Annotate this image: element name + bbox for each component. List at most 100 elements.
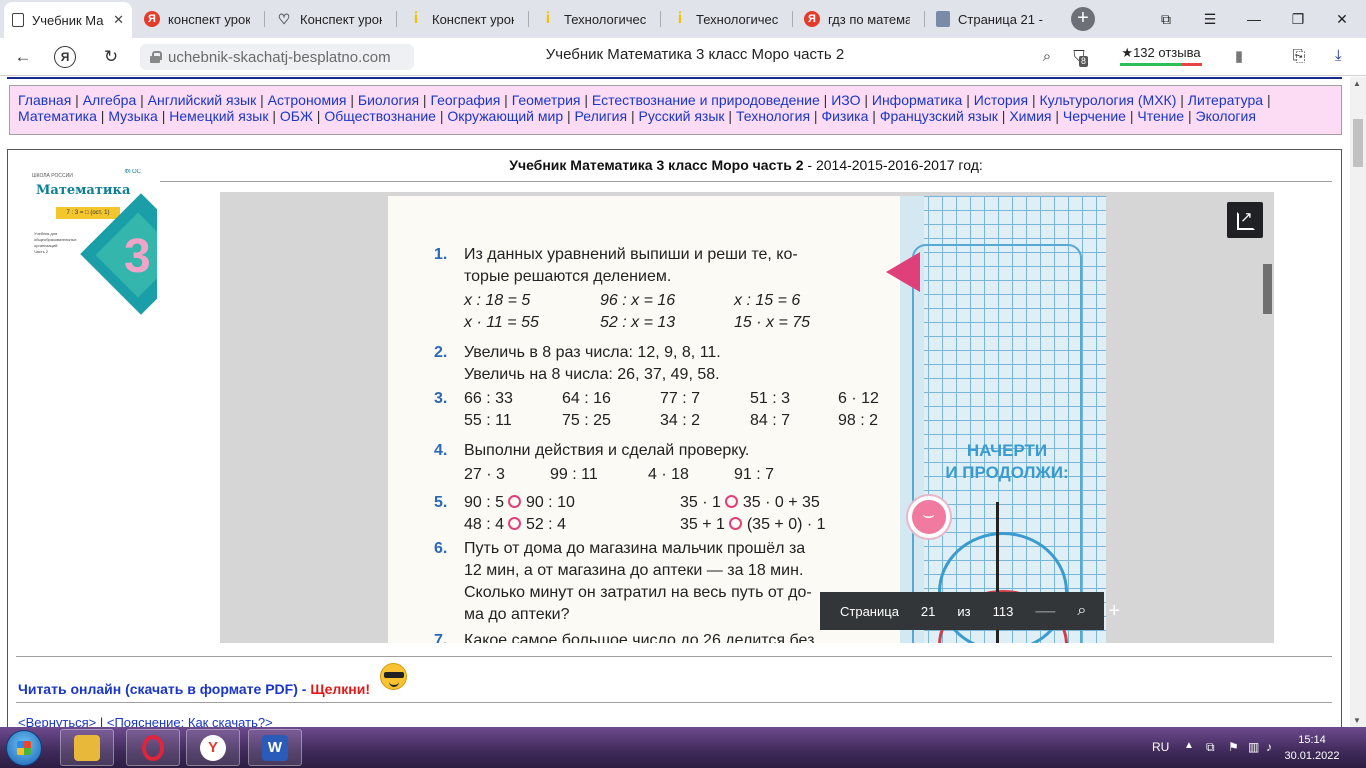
bookmark-icon[interactable]: ▮ — [1226, 44, 1252, 70]
subject-link[interactable]: Экология — [1196, 108, 1256, 124]
subject-link[interactable]: Алгебра — [83, 92, 137, 108]
ex-text: Из данных уравнений выпиши и реши те, ко… — [464, 246, 798, 263]
tray-network-icon[interactable]: ▥ — [1248, 740, 1259, 754]
explain-link[interactable]: <Пояснение: Как скачать?> — [107, 715, 273, 727]
link-separator: | — [346, 92, 358, 108]
tray-device-icon[interactable]: ⧉ — [1206, 740, 1215, 755]
start-button[interactable] — [6, 730, 42, 766]
tab-bar: Учебник Ма ✕ Я конспект урок ♡ Конспект … — [0, 0, 1366, 38]
tab-active[interactable]: Учебник Ма ✕ — [4, 2, 132, 38]
taskbar-app-word[interactable]: W — [248, 729, 302, 766]
menu-icon[interactable]: ☰ — [1196, 6, 1224, 32]
tab[interactable]: ♡ Конспект урок — [268, 4, 390, 34]
reload-icon[interactable]: ↻ — [98, 44, 124, 70]
tab[interactable]: i Технологическ — [664, 4, 786, 34]
subject-link[interactable]: Физика — [821, 108, 868, 124]
tray-volume-icon[interactable]: ♪ — [1266, 740, 1272, 754]
expression: 75 : 25 — [562, 412, 611, 429]
pdf-viewer[interactable]: НАЧЕРТИИ ПРОДОЛЖИ: 1. Из данных уравнени… — [220, 192, 1274, 643]
tab-separator — [528, 11, 529, 27]
tab-separator — [792, 11, 793, 27]
tabs-collection-icon[interactable]: ⧉ — [1152, 6, 1180, 32]
explorer-icon — [74, 734, 100, 761]
zoom-icon[interactable]: ⌕ — [1077, 602, 1086, 620]
subject-link[interactable]: Обществознание — [324, 108, 436, 124]
subject-link[interactable]: Окружающий мир — [447, 108, 563, 124]
subject-link[interactable]: Биология — [358, 92, 419, 108]
scroll-thumb[interactable] — [1353, 119, 1363, 167]
subject-link[interactable]: Религия — [575, 108, 628, 124]
subject-link[interactable]: Технология — [736, 108, 810, 124]
zoom-out-button[interactable]: — — [1035, 600, 1055, 623]
subject-link[interactable]: Астрономия — [268, 92, 347, 108]
taskbar-app-yandex[interactable]: Y — [186, 729, 240, 766]
subject-link[interactable]: Литература — [1188, 92, 1263, 108]
subject-link[interactable]: Естествознание и природоведение — [592, 92, 820, 108]
page-scrollbar[interactable]: ▲ ▼ — [1350, 77, 1366, 727]
extensions-icon[interactable]: ⎘ — [1286, 44, 1312, 70]
taskbar-app-explorer[interactable] — [60, 729, 114, 766]
subject-link[interactable]: Культурология (МХК) — [1039, 92, 1176, 108]
subject-link[interactable]: География — [430, 92, 500, 108]
subject-link[interactable]: Музыка — [108, 108, 158, 124]
ex-number: 4. — [434, 442, 448, 459]
download-icon[interactable]: ⤓ — [1335, 47, 1342, 64]
tab[interactable]: i Конспект урок — [400, 4, 522, 34]
clock-date: 30.01.2022 — [1284, 750, 1340, 762]
scroll-up-icon[interactable]: ▲ — [1353, 79, 1361, 88]
subject-link[interactable]: Английский язык — [148, 92, 257, 108]
subject-link[interactable]: Информатика — [872, 92, 962, 108]
minimize-button[interactable]: — — [1240, 6, 1268, 32]
link-separator: | — [868, 108, 880, 124]
subject-link[interactable]: Русский язык — [639, 108, 725, 124]
subject-link[interactable]: Математика — [18, 108, 97, 124]
tab[interactable]: i Технологическ — [532, 4, 654, 34]
divider — [16, 656, 1332, 657]
cool-smiley-icon[interactable] — [380, 663, 407, 690]
taskbar-app-opera[interactable] — [126, 729, 180, 766]
subject-link[interactable]: ОБЖ — [280, 108, 313, 124]
close-window-button[interactable]: ✕ — [1328, 6, 1356, 32]
search-icon[interactable]: ⌕ — [1034, 44, 1060, 70]
tray-flag-icon[interactable]: ⚑ — [1228, 740, 1239, 754]
clock[interactable]: 15:14 30.01.2022 — [1280, 732, 1344, 764]
subject-link[interactable]: Геометрия — [512, 92, 581, 108]
url-field[interactable]: uchebnik-skachatj-besplatno.com — [140, 44, 414, 70]
restore-button[interactable]: ❐ — [1284, 6, 1312, 32]
tab[interactable]: Я конспект урок — [136, 4, 258, 34]
close-tab-icon[interactable]: ✕ — [113, 12, 124, 28]
scroll-down-icon[interactable]: ▼ — [1353, 716, 1361, 725]
book-heading-years: - 2014-2015-2016-2017 год: — [803, 157, 983, 173]
subject-link[interactable]: История — [974, 92, 1028, 108]
subject-link[interactable]: ИЗО — [831, 92, 860, 108]
subject-link[interactable]: Французский язык — [880, 108, 998, 124]
taskbar: Y W RU ▲ ⧉ ⚑ ▥ ♪ 15:14 30.01.2022 — [0, 727, 1366, 768]
page-label: Страница — [840, 603, 899, 619]
subject-link[interactable]: Немецкий язык — [169, 108, 268, 124]
tab[interactable]: Страница 21 - — [928, 4, 1056, 34]
zoom-in-button[interactable]: + — [1108, 600, 1120, 623]
yandex-logo-icon[interactable]: Я — [54, 46, 76, 68]
ex-text: Выполни действия и сделай проверку. — [464, 442, 750, 459]
link-separator: | — [268, 108, 280, 124]
viewer-scrollbar[interactable] — [1263, 264, 1272, 314]
tab[interactable]: Я гдз по математ — [796, 4, 918, 34]
read-online-link[interactable]: Читать онлайн (скачать в формате PDF) - … — [18, 681, 370, 697]
cover-fgos: ФГОС — [124, 169, 141, 175]
subject-link[interactable]: Химия — [1009, 108, 1051, 124]
protect-icon[interactable]: ⛉8 — [1066, 44, 1092, 70]
book-cover[interactable]: ШКОЛА РОССИИ ФГОС Математика 7 : 3 = □ (… — [26, 169, 157, 315]
open-external-button[interactable] — [1227, 202, 1263, 238]
subject-link[interactable]: Главная — [18, 92, 71, 108]
page-current[interactable]: 21 — [921, 604, 935, 619]
subject-link[interactable]: Черчение — [1063, 108, 1126, 124]
reviews-text: ★132 отзыва — [1121, 45, 1201, 60]
new-tab-button[interactable]: + — [1071, 7, 1095, 31]
subject-link[interactable]: Чтение — [1137, 108, 1184, 124]
reviews-badge[interactable]: ★132 отзыва — [1118, 44, 1204, 66]
back-link[interactable]: <Вернуться> — [18, 715, 96, 727]
ex-number: 1. — [434, 246, 448, 263]
tray-arrow-icon[interactable]: ▲ — [1184, 740, 1194, 751]
back-arrow-icon[interactable]: ← — [10, 44, 36, 70]
language-indicator[interactable]: RU — [1152, 740, 1169, 754]
